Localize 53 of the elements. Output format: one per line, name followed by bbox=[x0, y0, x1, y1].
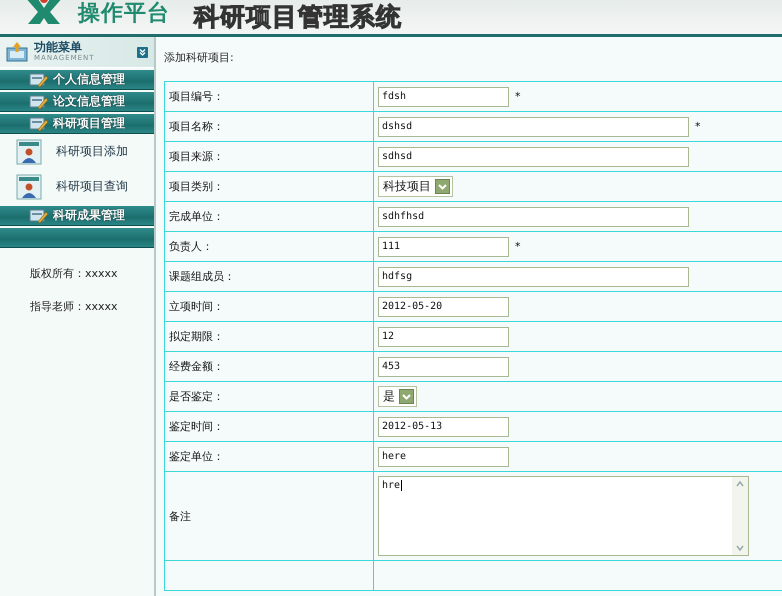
scrollbar[interactable] bbox=[732, 477, 748, 555]
field-label: 项目来源： bbox=[169, 150, 224, 163]
field-label: 经费金额： bbox=[169, 360, 224, 373]
edit-icon bbox=[29, 116, 49, 132]
text-field[interactable]: 111 bbox=[378, 236, 509, 256]
collapse-icon[interactable] bbox=[137, 46, 148, 58]
user-form-icon bbox=[16, 174, 42, 200]
edit-icon bbox=[29, 208, 49, 224]
menu-section[interactable]: 科研项目管理 bbox=[0, 114, 154, 134]
edit-icon bbox=[29, 72, 49, 88]
field-label: 负责人： bbox=[169, 240, 213, 253]
field-label: 备注 bbox=[169, 510, 191, 522]
text-cursor bbox=[401, 480, 402, 491]
menu-section[interactable]: 科研成果管理 bbox=[0, 206, 154, 226]
field-label: 拟定期限： bbox=[169, 330, 224, 343]
form-title: 添加科研项目: bbox=[164, 50, 235, 66]
required-mark: * bbox=[695, 120, 700, 133]
footer-text: 指导老师：xxxxx bbox=[30, 299, 119, 314]
user-form-icon bbox=[16, 138, 42, 164]
text-field[interactable]: here bbox=[378, 446, 509, 466]
field-label: 课题组成员： bbox=[169, 270, 235, 283]
logo-text: 操作平台 bbox=[78, 1, 170, 27]
field-label: 是否鉴定： bbox=[169, 390, 224, 403]
field-label: 完成单位： bbox=[169, 210, 224, 223]
dropdown[interactable]: 科技项目 bbox=[378, 176, 453, 197]
menu-item[interactable]: 科研项目添加 bbox=[56, 143, 128, 160]
field-label: 项目类别： bbox=[169, 180, 224, 193]
required-mark: * bbox=[515, 90, 520, 103]
text-field[interactable]: fdsh bbox=[378, 86, 509, 106]
required-mark: * bbox=[515, 240, 520, 253]
footer-text: 版权所有：xxxxx bbox=[30, 266, 119, 281]
text-field[interactable]: sdhfhsd bbox=[378, 206, 689, 226]
dropdown[interactable]: 是 bbox=[378, 386, 417, 407]
text-field[interactable]: sdhsd bbox=[378, 146, 689, 166]
text-field[interactable]: hdfsg bbox=[378, 266, 689, 286]
text-field[interactable]: 12 bbox=[378, 326, 509, 346]
text-field[interactable]: dshsd bbox=[378, 116, 689, 136]
field-label: 项目名称： bbox=[169, 120, 224, 133]
text-field[interactable]: 453 bbox=[378, 356, 509, 376]
field-label: 项目编号： bbox=[169, 90, 224, 103]
field-label: 立项时间： bbox=[169, 300, 224, 313]
edit-icon bbox=[29, 94, 49, 110]
field-label: 鉴定单位： bbox=[169, 450, 224, 463]
menu-box-icon bbox=[6, 42, 28, 62]
menu-title: 功能菜单 bbox=[34, 41, 83, 54]
text-field[interactable]: 2012-05-13 bbox=[378, 416, 509, 436]
text-field[interactable]: 2012-05-20 bbox=[378, 296, 509, 316]
menu-section[interactable]: 论文信息管理 bbox=[0, 92, 154, 112]
menu-item[interactable]: 科研项目查询 bbox=[56, 178, 128, 195]
menu-section[interactable]: 个人信息管理 bbox=[0, 70, 154, 90]
app-title: 科研项目管理系统 bbox=[194, 1, 402, 33]
notes-field[interactable]: hre bbox=[378, 476, 749, 556]
field-label: 鉴定时间： bbox=[169, 420, 224, 433]
